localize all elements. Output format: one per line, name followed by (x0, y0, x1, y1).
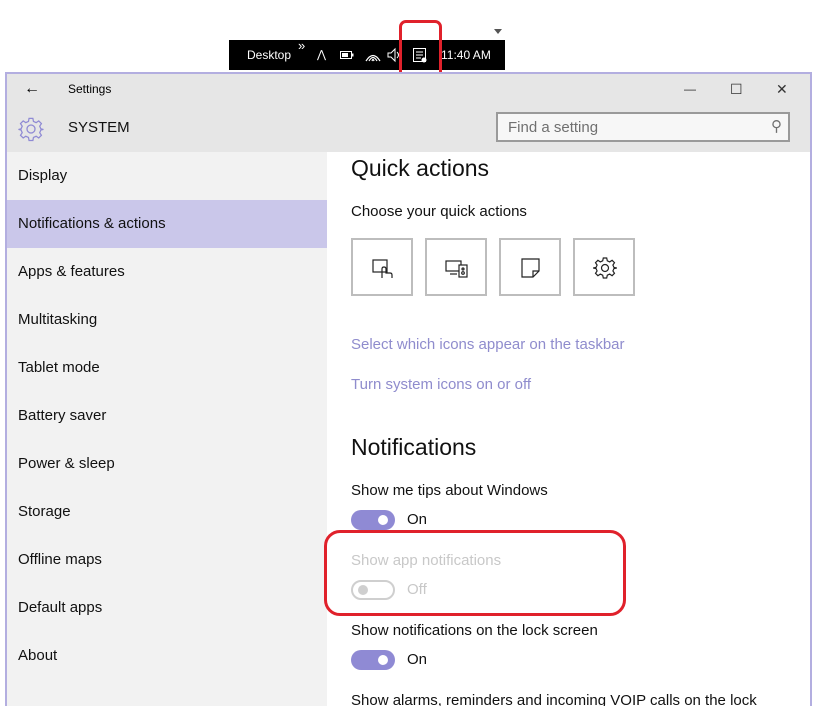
sidebar-item-apps-features[interactable]: Apps & features (7, 248, 327, 296)
toggle-state-tips: On (407, 511, 428, 528)
taskbar-icons-link[interactable]: Select which icons appear on the taskbar (351, 336, 625, 353)
quick-action-tile-all-settings[interactable] (573, 238, 635, 296)
title-bar: ← Settings — ☐ ✕ (7, 74, 810, 104)
toggle-knob (378, 515, 388, 525)
show-hidden-icons-icon[interactable]: ⋀ (317, 40, 326, 70)
sidebar-item-notifications-actions[interactable]: Notifications & actions (7, 200, 327, 248)
choose-quick-actions-label: Choose your quick actions (351, 203, 527, 220)
content-pane: Quick actions Choose your quick actions … (327, 152, 810, 706)
battery-icon[interactable] (340, 40, 354, 70)
notifications-heading: Notifications (351, 434, 477, 460)
quick-action-tile-tablet-mode[interactable] (351, 238, 413, 296)
toggle-knob (378, 655, 388, 665)
search-icon[interactable]: ⚲ (771, 117, 782, 135)
sidebar-item-tablet-mode[interactable]: Tablet mode (7, 344, 327, 392)
toggle-lock-screen[interactable] (351, 650, 395, 670)
sidebar-item-offline-maps[interactable]: Offline maps (7, 536, 327, 584)
sidebar: Display Notifications & actions Apps & f… (7, 152, 327, 706)
maximize-button[interactable]: ☐ (730, 74, 743, 104)
quick-actions-heading: Quick actions (351, 155, 490, 181)
sidebar-item-battery-saver[interactable]: Battery saver (7, 392, 327, 440)
window-title: Settings (68, 82, 112, 96)
quick-action-tile-note[interactable] (499, 238, 561, 296)
desktop-toolbar-label[interactable]: Desktop (247, 40, 291, 70)
system-icons-link[interactable]: Turn system icons on or off (351, 376, 531, 393)
sidebar-item-display[interactable]: Display (7, 152, 327, 200)
settings-header: SYSTEM Find a setting ⚲ (7, 104, 810, 152)
close-button[interactable]: ✕ (776, 74, 788, 104)
search-input[interactable]: Find a setting ⚲ (496, 112, 790, 142)
toolbar-overflow-icon[interactable]: » (298, 31, 305, 61)
search-placeholder: Find a setting (508, 119, 599, 136)
quick-action-tile-connect[interactable] (425, 238, 487, 296)
toggle-state-lock-screen: On (407, 651, 428, 668)
setting-label-lock-screen: Show notifications on the lock screen (351, 622, 598, 639)
section-title: SYSTEM (68, 119, 130, 136)
toggle-tips[interactable] (351, 510, 395, 530)
setting-label-alarms-truncated: Show alarms, reminders and incoming VOIP… (351, 692, 757, 706)
highlight-app-notifications-box (324, 530, 626, 616)
gear-icon (18, 116, 44, 147)
wifi-icon[interactable] (365, 40, 381, 70)
sidebar-item-power-sleep[interactable]: Power & sleep (7, 440, 327, 488)
back-button[interactable]: ← (24, 74, 40, 104)
setting-label-tips: Show me tips about Windows (351, 482, 548, 499)
sidebar-item-default-apps[interactable]: Default apps (7, 584, 327, 632)
minimize-button[interactable]: — (684, 74, 696, 104)
clock[interactable]: 11:40 AM (441, 40, 491, 70)
sidebar-item-storage[interactable]: Storage (7, 488, 327, 536)
taskbar: Desktop » ⋀ 11:40 AM (229, 38, 505, 70)
taskbar-dropdown-arrow[interactable] (494, 29, 502, 34)
sidebar-item-about[interactable]: About (7, 632, 327, 680)
sidebar-item-multitasking[interactable]: Multitasking (7, 296, 327, 344)
